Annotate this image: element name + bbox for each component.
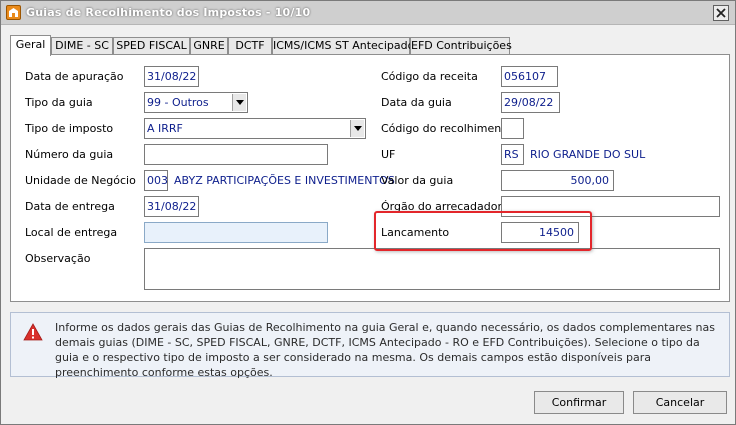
tab-sped-fiscal[interactable]: SPED FISCAL bbox=[113, 37, 190, 55]
codigo-recolhimento-label: Código do recolhimento bbox=[381, 122, 513, 135]
codigo-receita-field[interactable]: 056107 bbox=[501, 66, 558, 87]
chevron-down-icon bbox=[235, 100, 244, 105]
warning-icon bbox=[23, 323, 43, 344]
codigo-recolhimento-field[interactable] bbox=[501, 118, 524, 139]
data-guia-label: Data da guia bbox=[381, 96, 452, 109]
valor-guia-label: Valor da guia bbox=[381, 174, 454, 187]
tipo-imposto-value: A IRRF bbox=[147, 122, 183, 135]
tab-geral[interactable]: Geral bbox=[10, 35, 51, 56]
local-entrega-label: Local de entrega bbox=[25, 226, 118, 239]
tab-icms-st-antecipado[interactable]: ICMS/ICMS ST Antecipado bbox=[272, 37, 414, 55]
unidade-negocio-name: ABYZ PARTICIPAÇÕES E INVESTIMENTOS bbox=[174, 174, 395, 187]
codigo-receita-label: Código da receita bbox=[381, 70, 478, 83]
data-apuracao-field[interactable]: 31/08/22 bbox=[144, 66, 199, 87]
lancamento-highlight-box bbox=[374, 211, 592, 251]
unidade-negocio-label: Unidade de Negócio bbox=[25, 174, 136, 187]
unidade-negocio-code-field[interactable]: 003 bbox=[144, 170, 168, 191]
tab-gnre[interactable]: GNRE bbox=[190, 37, 228, 55]
tipo-guia-dropdown-button[interactable] bbox=[232, 94, 246, 111]
tipo-guia-label: Tipo da guia bbox=[25, 96, 93, 109]
cancel-button[interactable]: Cancelar bbox=[633, 391, 727, 414]
data-entrega-field[interactable]: 31/08/22 bbox=[144, 196, 199, 217]
tab-efd-contribuicoes[interactable]: EFD Contribuições bbox=[410, 37, 512, 55]
close-button[interactable] bbox=[713, 5, 729, 21]
app-icon bbox=[6, 5, 21, 20]
close-icon bbox=[716, 8, 726, 18]
title-bar: Guias de Recolhimento dos Impostos - 10/… bbox=[1, 1, 735, 25]
uf-code-field[interactable]: RS bbox=[501, 144, 524, 165]
data-apuracao-label: Data de apuração bbox=[25, 70, 124, 83]
general-panel: Data de apuração 31/08/22 Tipo da guia 9… bbox=[10, 54, 730, 302]
tipo-guia-value: 99 - Outros bbox=[147, 96, 209, 109]
observacao-textarea[interactable] bbox=[144, 248, 720, 290]
local-entrega-field[interactable] bbox=[144, 222, 328, 243]
valor-guia-field[interactable]: 500,00 bbox=[501, 170, 614, 191]
tipo-guia-select[interactable]: 99 - Outros bbox=[144, 92, 248, 113]
numero-guia-field[interactable] bbox=[144, 144, 328, 165]
tipo-imposto-label: Tipo de imposto bbox=[25, 122, 114, 135]
dialog-window: Guias de Recolhimento dos Impostos - 10/… bbox=[0, 0, 736, 425]
chevron-down-icon bbox=[353, 126, 362, 131]
observacao-label: Observação bbox=[25, 252, 91, 265]
info-text: Informe os dados gerais das Guias de Rec… bbox=[55, 321, 715, 379]
tipo-imposto-dropdown-button[interactable] bbox=[350, 120, 364, 137]
confirm-button[interactable]: Confirmar bbox=[534, 391, 624, 414]
numero-guia-label: Número da guia bbox=[25, 148, 114, 161]
data-guia-field[interactable]: 29/08/22 bbox=[501, 92, 560, 113]
tab-dctf[interactable]: DCTF bbox=[228, 37, 272, 55]
uf-name: RIO GRANDE DO SUL bbox=[530, 148, 646, 161]
uf-label: UF bbox=[381, 148, 396, 161]
data-entrega-label: Data de entrega bbox=[25, 200, 115, 213]
tab-dime-sc[interactable]: DIME - SC bbox=[51, 37, 113, 55]
tipo-imposto-select[interactable]: A IRRF bbox=[144, 118, 366, 139]
info-box: Informe os dados gerais das Guias de Rec… bbox=[10, 312, 730, 379]
window-title: Guias de Recolhimento dos Impostos - 10/… bbox=[26, 6, 311, 19]
